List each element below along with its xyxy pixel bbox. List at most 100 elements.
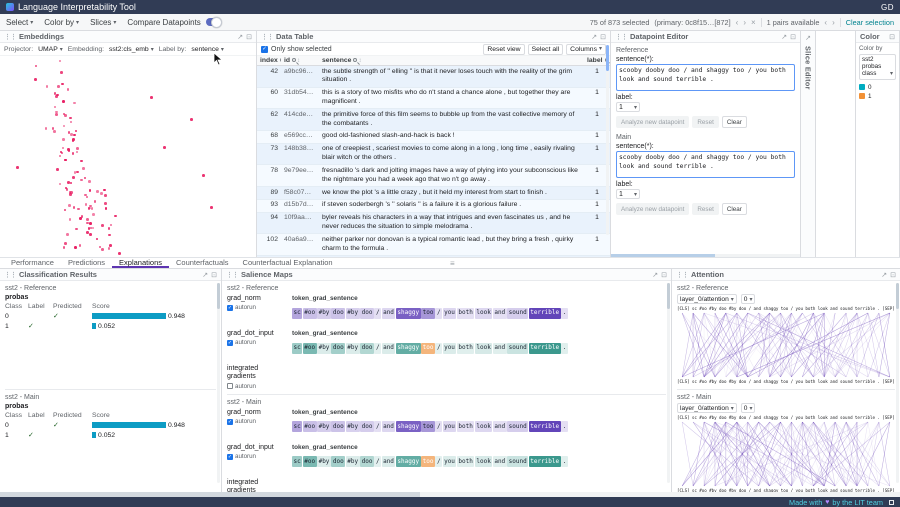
table-row[interactable]: 93 d15b7d… if steven soderbergh 's '' so…: [257, 199, 610, 212]
attention-token[interactable]: shaggy: [763, 415, 778, 420]
salience-token-chip[interactable]: look: [475, 343, 492, 354]
attention-token[interactable]: [SEP]: [882, 379, 895, 384]
next-datapoint-button[interactable]: ›: [743, 18, 746, 27]
salience-token-chip[interactable]: shaggy: [396, 456, 421, 467]
embedding-scatter[interactable]: [0, 56, 256, 257]
autorun-checkbox[interactable]: [227, 383, 233, 389]
embedding-point[interactable]: [63, 125, 66, 128]
embedding-point[interactable]: [69, 117, 72, 120]
head-select[interactable]: 0▾: [741, 403, 756, 413]
embedding-point[interactable]: [76, 171, 79, 174]
salience-token-chip[interactable]: both: [457, 308, 474, 319]
embedding-point[interactable]: [69, 218, 72, 221]
attention-token[interactable]: sc: [692, 415, 697, 420]
classification-scrollbar[interactable]: [217, 283, 220, 483]
embedding-point[interactable]: [104, 194, 107, 197]
embedding-point[interactable]: [118, 252, 121, 255]
attention-token[interactable]: #by: [729, 306, 737, 311]
reset-button[interactable]: Reset: [692, 116, 718, 128]
embedding-point[interactable]: [114, 215, 117, 218]
salience-token-chip[interactable]: and: [493, 308, 507, 319]
layer-select[interactable]: layer_0/attention▾: [677, 403, 737, 413]
salience-token-chip[interactable]: look: [475, 421, 492, 432]
embedding-point[interactable]: [64, 209, 67, 212]
footer-team-text[interactable]: by the LIT team: [832, 498, 883, 507]
embedding-point[interactable]: [105, 207, 108, 210]
salience-token-chip[interactable]: and: [382, 421, 396, 432]
salience-token-chip[interactable]: .: [561, 456, 568, 467]
attention-token[interactable]: /: [749, 306, 752, 311]
salience-token-chip[interactable]: look: [475, 308, 492, 319]
clear-button[interactable]: Clear: [722, 203, 747, 215]
embedding-point[interactable]: [68, 204, 71, 207]
drag-handle-icon[interactable]: ≡: [450, 259, 455, 268]
autorun-checkbox[interactable]: ✓: [227, 454, 233, 460]
data-table-scroll-area[interactable]: index↕id↕sentence↕label↕ 42 a9bc96… the …: [257, 56, 610, 257]
attention-token[interactable]: shaggy: [763, 306, 778, 311]
salience-token-chip[interactable]: and: [382, 308, 396, 319]
embedding-point[interactable]: [88, 180, 91, 183]
table-row[interactable]: 73 148b38… one of creepiest , scariest m…: [257, 143, 610, 165]
embedding-point[interactable]: [86, 196, 89, 199]
embedding-point[interactable]: [96, 238, 99, 241]
attention-token[interactable]: terrible: [855, 306, 875, 311]
embedding-point[interactable]: [81, 215, 84, 218]
salience-token-chip[interactable]: doo: [360, 421, 374, 432]
embedding-point[interactable]: [94, 200, 97, 203]
salience-token-chip[interactable]: both: [457, 343, 474, 354]
embedding-point[interactable]: [55, 113, 58, 116]
search-icon[interactable]: [292, 58, 296, 62]
salience-token-chip[interactable]: /: [435, 343, 442, 354]
attention-token[interactable]: #by: [709, 306, 717, 311]
attention-token[interactable]: doo: [739, 379, 747, 384]
attention-visualization[interactable]: [CLS]sc#oo#bydoo#bydoo/andshaggytoo/youb…: [677, 306, 895, 384]
embedding-point[interactable]: [67, 88, 70, 91]
salience-token-chip[interactable]: .: [561, 421, 568, 432]
drag-handle-icon[interactable]: ⋮⋮: [261, 33, 273, 41]
reset-button[interactable]: Reset: [692, 203, 718, 215]
analyze-button[interactable]: Analyze new datapoint: [616, 116, 689, 128]
salience-token-chip[interactable]: #by: [346, 308, 360, 319]
salience-token-chip[interactable]: #by: [317, 456, 331, 467]
salience-token-chip[interactable]: sc: [292, 308, 302, 319]
embedding-point[interactable]: [73, 206, 76, 209]
embedding-point[interactable]: [72, 176, 75, 179]
attention-token[interactable]: /: [791, 306, 794, 311]
embedding-point[interactable]: [60, 71, 63, 74]
embedding-point[interactable]: [64, 159, 67, 162]
salience-token-chip[interactable]: too: [421, 343, 435, 354]
embedding-point[interactable]: [89, 222, 92, 225]
embedding-point[interactable]: [100, 192, 103, 195]
bottom-tab[interactable]: Counterfactuals: [169, 258, 236, 268]
salience-token-chip[interactable]: shaggy: [396, 343, 421, 354]
columns-button[interactable]: Columns▾: [566, 44, 606, 55]
maximize-icon[interactable]: ⊡: [889, 33, 895, 41]
salience-token-chip[interactable]: /: [374, 343, 381, 354]
attention-token[interactable]: /: [749, 379, 752, 384]
select-all-button[interactable]: Select all: [528, 44, 564, 55]
salience-token-chip[interactable]: doo: [331, 456, 345, 467]
salience-token-chip[interactable]: /: [435, 456, 442, 467]
compare-datapoints-toggle[interactable]: [206, 18, 221, 26]
embedding-point[interactable]: [86, 222, 89, 225]
embedding-point[interactable]: [64, 242, 67, 245]
embedding-point[interactable]: [85, 203, 88, 206]
popout-icon[interactable]: ↗: [202, 271, 208, 279]
bottom-tab[interactable]: Counterfactual Explanation: [236, 258, 340, 268]
embedding-point[interactable]: [70, 191, 73, 194]
projector-select[interactable]: UMAP▾: [38, 46, 63, 53]
embedding-point[interactable]: [103, 189, 106, 192]
salience-token-chip[interactable]: sc: [292, 343, 302, 354]
salience-token-chip[interactable]: sc: [292, 456, 302, 467]
embedding-point[interactable]: [110, 224, 113, 227]
table-row[interactable]: 60 31db54… this is a story of two misfit…: [257, 87, 610, 109]
attention-token[interactable]: and: [830, 379, 838, 384]
attention-token[interactable]: /: [749, 415, 752, 420]
popout-icon[interactable]: ↗: [781, 33, 787, 41]
clear-selection-button[interactable]: Clear selection: [846, 18, 894, 27]
bottom-tab[interactable]: Performance: [4, 258, 61, 268]
attention-token[interactable]: and: [830, 415, 838, 420]
salience-scrollbar[interactable]: [667, 283, 670, 483]
embedding-point[interactable]: [73, 134, 76, 137]
user-initials[interactable]: GD: [881, 3, 894, 12]
